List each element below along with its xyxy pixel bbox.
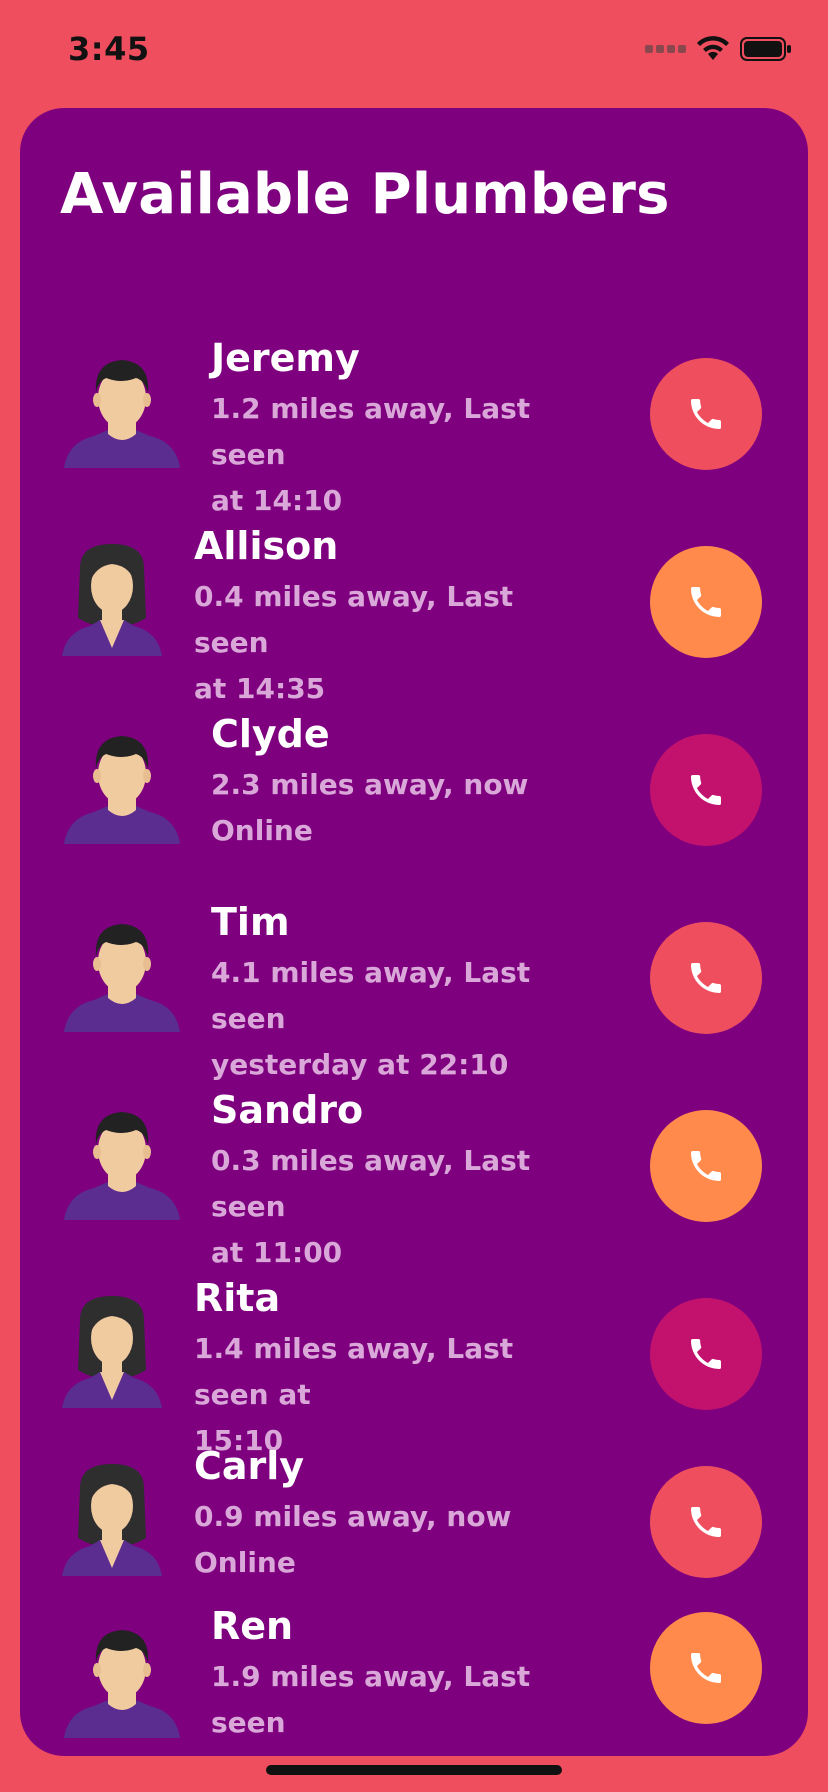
plumber-detail-line2: Online xyxy=(211,814,313,847)
call-button[interactable] xyxy=(650,1298,762,1410)
female-avatar-icon xyxy=(60,1458,180,1578)
plumber-list: Jeremy 1.2 miles away, Last seen at 14:1… xyxy=(20,108,808,1756)
plumber-info: Sandro 0.3 miles away, Last seen at 11:0… xyxy=(211,1088,588,1276)
phone-icon xyxy=(691,1151,721,1181)
male-avatar-icon xyxy=(62,726,182,846)
male-avatar-icon xyxy=(62,914,182,1034)
plumber-detail-line2: at 14:35 xyxy=(194,672,326,705)
plumber-detail-line1: 0.3 miles away, Last seen xyxy=(211,1144,531,1223)
plumber-info: Ren 1.9 miles away, Last seen at 11:10 xyxy=(211,1604,588,1756)
call-button[interactable] xyxy=(650,1466,762,1578)
male-avatar-icon xyxy=(62,1102,182,1222)
call-button[interactable] xyxy=(650,922,762,1034)
home-indicator[interactable] xyxy=(266,1765,562,1775)
status-bar: 3:45 xyxy=(0,0,828,100)
plumber-detail-line2: at 11:10 xyxy=(211,1746,588,1756)
plumber-info: Tim 4.1 miles away, Last seen yesterday … xyxy=(211,900,588,1088)
male-avatar-icon xyxy=(62,350,182,470)
plumber-name: Sandro xyxy=(211,1088,364,1132)
plumber-detail-line2: at 14:10 xyxy=(211,484,343,517)
plumber-detail-line1: 1.9 miles away, Last seen xyxy=(211,1660,531,1739)
cellular-signal-icon xyxy=(645,45,686,53)
plumber-detail-line1: 1.4 miles away, Last seen at xyxy=(194,1332,514,1411)
plumber-name: Carly xyxy=(194,1444,305,1488)
plumber-name: Tim xyxy=(211,900,290,944)
plumber-detail-line1: 0.4 miles away, Last seen xyxy=(194,580,514,659)
plumber-detail-line2: yesterday at 22:10 xyxy=(211,1048,509,1081)
plumbers-card: Available Plumbers Jeremy 1.2 miles away… xyxy=(20,108,808,1756)
plumber-name: Allison xyxy=(194,524,339,568)
phone-icon xyxy=(691,963,721,993)
plumber-info: Rita 1.4 miles away, Last seen at 15:10 xyxy=(194,1276,588,1464)
phone-icon xyxy=(691,1653,721,1683)
plumber-detail-line1: 0.9 miles away, now Online xyxy=(194,1500,512,1579)
wifi-icon xyxy=(696,36,730,62)
status-icons xyxy=(645,36,792,62)
phone-icon xyxy=(691,1507,721,1537)
phone-icon xyxy=(691,587,721,617)
plumber-info: Clyde 2.3 miles away, now Online xyxy=(211,712,588,854)
plumber-info: Carly 0.9 miles away, now Online xyxy=(194,1444,588,1586)
female-avatar-icon xyxy=(60,538,180,658)
plumber-detail-line2: at 11:00 xyxy=(211,1236,343,1269)
battery-icon xyxy=(740,36,792,62)
phone-icon xyxy=(691,399,721,429)
male-avatar-icon xyxy=(62,1620,182,1740)
phone-icon xyxy=(691,775,721,805)
call-button[interactable] xyxy=(650,546,762,658)
call-button[interactable] xyxy=(650,734,762,846)
plumber-detail-line1: 1.2 miles away, Last seen xyxy=(211,392,531,471)
plumber-detail-line1: 2.3 miles away, now xyxy=(211,768,529,801)
female-avatar-icon xyxy=(60,1290,180,1410)
call-button[interactable] xyxy=(650,358,762,470)
status-time: 3:45 xyxy=(68,30,150,68)
call-button[interactable] xyxy=(650,1110,762,1222)
plumber-name: Rita xyxy=(194,1276,281,1320)
call-button[interactable] xyxy=(650,1612,762,1724)
phone-icon xyxy=(691,1339,721,1369)
plumber-name: Jeremy xyxy=(211,336,360,380)
plumber-info: Allison 0.4 miles away, Last seen at 14:… xyxy=(194,524,588,712)
plumber-detail-line1: 4.1 miles away, Last seen xyxy=(211,956,531,1035)
plumber-info: Jeremy 1.2 miles away, Last seen at 14:1… xyxy=(211,336,588,524)
plumber-name: Ren xyxy=(211,1604,294,1648)
plumber-name: Clyde xyxy=(211,712,330,756)
